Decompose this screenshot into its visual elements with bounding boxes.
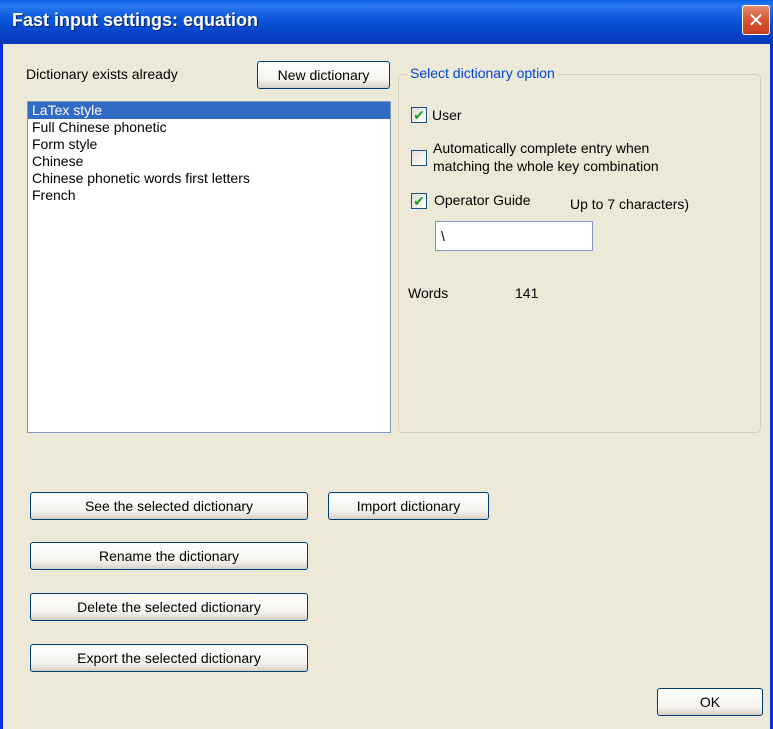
- delete-selected-dictionary-button[interactable]: Delete the selected dictionary: [30, 593, 308, 621]
- operator-guide-hint: Up to 7 characters): [570, 196, 690, 212]
- close-button[interactable]: ✕: [742, 5, 770, 35]
- list-item[interactable]: LaTex style: [28, 102, 390, 119]
- autocomplete-checkbox[interactable]: [411, 150, 427, 166]
- user-checkbox[interactable]: ✔: [411, 107, 427, 123]
- list-item[interactable]: Form style: [28, 136, 390, 153]
- list-item[interactable]: Full Chinese phonetic: [28, 119, 390, 136]
- window-title: Fast input settings: equation: [12, 10, 258, 30]
- title-bar[interactable]: Fast input settings: equation ✕: [0, 0, 773, 44]
- see-selected-dictionary-button[interactable]: See the selected dictionary: [30, 492, 308, 520]
- close-icon: ✕: [747, 9, 765, 32]
- checkmark-icon: ✔: [413, 107, 425, 123]
- words-count: 141: [515, 285, 539, 301]
- operator-guide-input[interactable]: [435, 221, 593, 251]
- list-item[interactable]: Chinese phonetic words first letters: [28, 170, 390, 187]
- operator-guide-label: Operator Guide: [434, 192, 531, 208]
- ok-button[interactable]: OK: [657, 688, 763, 716]
- list-item[interactable]: French: [28, 187, 390, 204]
- new-dictionary-button[interactable]: New dictionary: [257, 61, 390, 89]
- checkmark-icon: ✔: [413, 193, 425, 209]
- dictionary-option-groupbox: [398, 74, 761, 433]
- words-label: Words: [408, 285, 449, 301]
- autocomplete-label-line1: Automatically complete entry when: [433, 140, 650, 156]
- dialog-window: Fast input settings: equation ✕ Dictiona…: [0, 0, 773, 729]
- dictionary-option-title: Select dictionary option: [407, 65, 558, 81]
- rename-dictionary-button[interactable]: Rename the dictionary: [30, 542, 308, 570]
- dictionary-exists-label: Dictionary exists already: [26, 66, 178, 82]
- operator-guide-checkbox[interactable]: ✔: [411, 193, 427, 209]
- user-label: User: [432, 107, 462, 123]
- import-dictionary-button[interactable]: Import dictionary: [328, 492, 489, 520]
- dictionary-listbox[interactable]: LaTex style Full Chinese phonetic Form s…: [27, 101, 391, 433]
- autocomplete-label-line2: matching the whole key combination: [433, 158, 659, 174]
- export-selected-dictionary-button[interactable]: Export the selected dictionary: [30, 644, 308, 672]
- list-item[interactable]: Chinese: [28, 153, 390, 170]
